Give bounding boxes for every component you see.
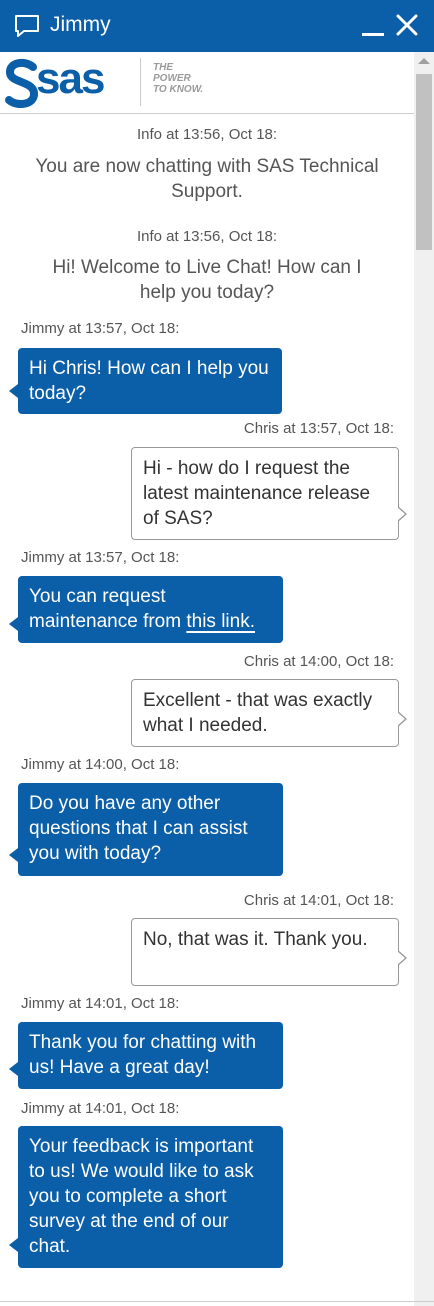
- agent-bubble-tail: [9, 848, 18, 862]
- sas-logo-text: sas: [36, 54, 105, 103]
- agent-bubble-tail: [9, 384, 18, 398]
- agent-message-text: You can request maintenance from: [29, 586, 182, 632]
- agent-message-bubble: Your feedback is important to us! We wou…: [18, 1126, 283, 1268]
- agent-message-timestamp: Jimmy at 14:00, Oct 18:: [21, 756, 180, 773]
- info-message: Hi! Welcome to Live Chat! How can I help…: [52, 257, 362, 303]
- user-bubble-tail: [397, 506, 407, 522]
- user-message-bubble: No, that was it. Thank you.: [131, 918, 399, 986]
- agent-message-bubble: Hi Chris! How can I help you today?: [18, 348, 282, 414]
- maintenance-link[interactable]: this link.: [186, 611, 255, 632]
- close-icon[interactable]: [396, 14, 418, 36]
- sas-logo-header: sas THE POWER TO KNOW.: [0, 52, 414, 114]
- agent-message-bubble: Do you have any other questions that I c…: [18, 783, 283, 876]
- agent-message-bubble: You can request maintenance from this li…: [18, 576, 283, 643]
- user-bubble-tail: [397, 950, 407, 966]
- user-message-timestamp: Chris at 13:57, Oct 18:: [243, 420, 394, 437]
- user-message-timestamp: Chris at 14:01, Oct 18:: [243, 892, 394, 909]
- logo-tagline: THE POWER TO KNOW.: [153, 62, 204, 95]
- scrollbar-thumb[interactable]: [416, 74, 432, 250]
- user-message-timestamp: Chris at 14:00, Oct 18:: [243, 653, 394, 670]
- logo-divider: [140, 58, 141, 106]
- chat-window-titlebar: Jimmy: [0, 0, 434, 52]
- agent-message-timestamp: Jimmy at 13:57, Oct 18:: [21, 320, 180, 337]
- info-timestamp: Info at 13:56, Oct 18:: [136, 228, 278, 245]
- chat-transcript: Info at 13:56, Oct 18: You are now chatt…: [0, 114, 414, 1306]
- transcript-bottom-border: [0, 1301, 434, 1302]
- agent-message-timestamp: Jimmy at 14:01, Oct 18:: [21, 995, 180, 1012]
- user-message-bubble: Hi - how do I request the latest mainten…: [131, 447, 399, 540]
- minimize-icon[interactable]: [362, 33, 384, 36]
- agent-bubble-tail: [9, 1238, 18, 1252]
- scroll-up-arrow-icon[interactable]: [418, 58, 430, 64]
- agent-message-bubble: Thank you for chatting with us! Have a g…: [18, 1022, 283, 1089]
- agent-bubble-tail: [9, 617, 18, 631]
- agent-bubble-tail: [9, 1062, 18, 1076]
- info-timestamp: Info at 13:56, Oct 18:: [136, 126, 278, 143]
- speech-bubble-icon: [15, 15, 39, 37]
- user-bubble-tail: [397, 711, 407, 727]
- agent-message-timestamp: Jimmy at 14:01, Oct 18:: [21, 1100, 180, 1117]
- agent-message-timestamp: Jimmy at 13:57, Oct 18:: [21, 549, 180, 566]
- user-message-bubble: Excellent - that was exactly what I need…: [131, 679, 399, 747]
- window-title: Jimmy: [50, 13, 111, 36]
- info-message: You are now chatting with SAS Technical …: [35, 156, 379, 202]
